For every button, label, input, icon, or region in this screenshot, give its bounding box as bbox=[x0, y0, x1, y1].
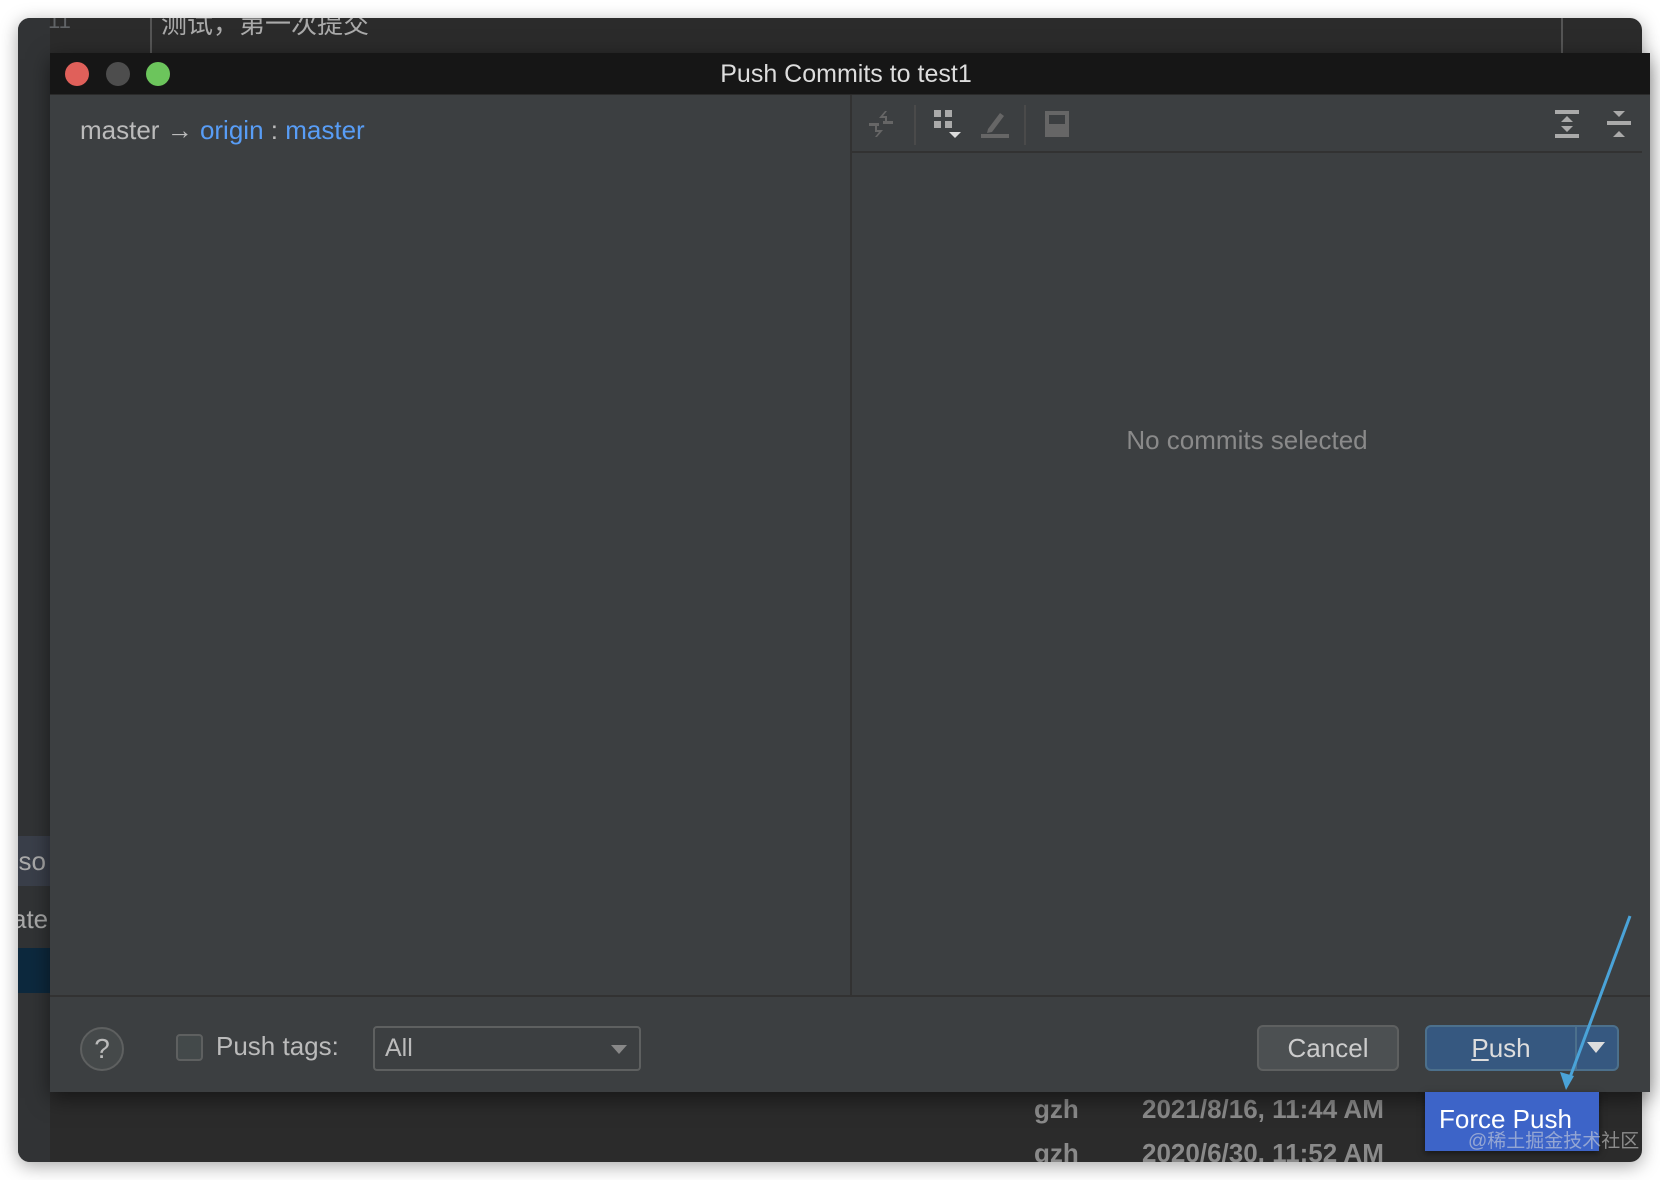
annotation-arrow bbox=[1560, 915, 1632, 1090]
